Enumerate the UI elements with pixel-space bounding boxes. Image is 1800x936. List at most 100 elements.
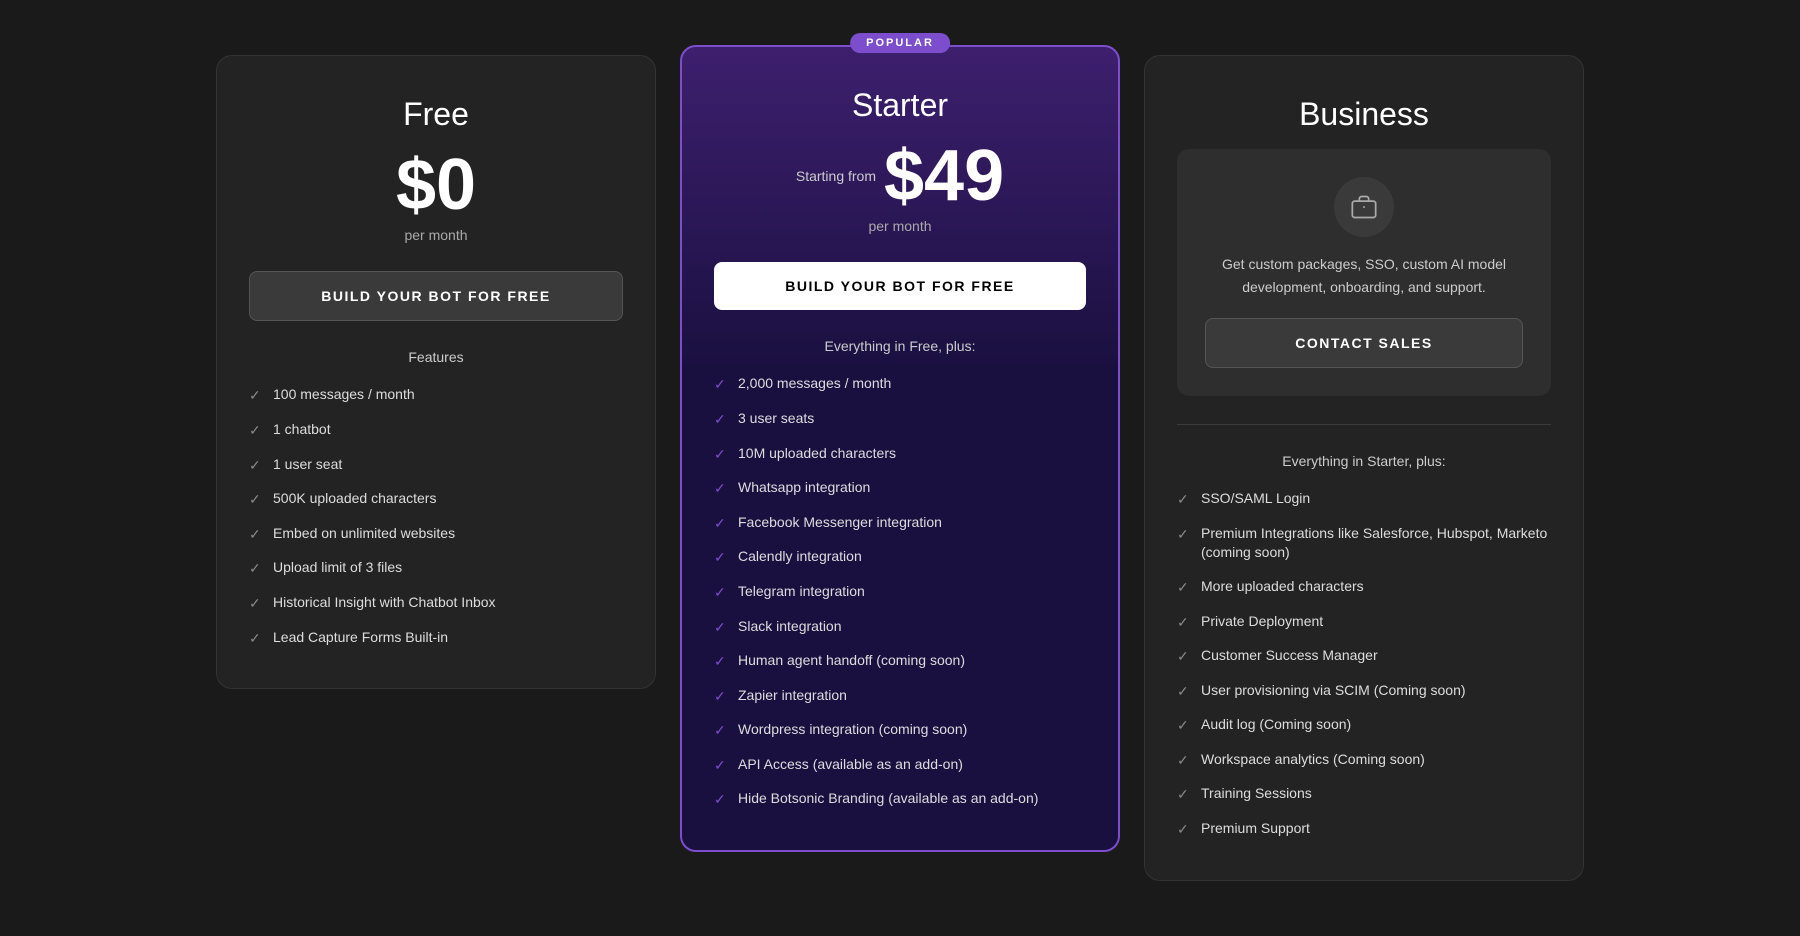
feature-text: Customer Success Manager	[1201, 646, 1378, 666]
feature-text: Premium Support	[1201, 819, 1310, 839]
list-item: ✓ Embed on unlimited websites	[249, 524, 623, 545]
check-icon: ✓	[1177, 682, 1191, 702]
list-item: ✓ 100 messages / month	[249, 385, 623, 406]
list-item: ✓ Premium Support	[1177, 819, 1551, 840]
feature-text: Calendly integration	[738, 547, 862, 567]
feature-text: Human agent handoff (coming soon)	[738, 651, 965, 671]
list-item: ✓ More uploaded characters	[1177, 577, 1551, 598]
list-item: ✓ Slack integration	[714, 617, 1086, 638]
list-item: ✓ Hide Botsonic Branding (available as a…	[714, 789, 1086, 810]
check-icon: ✓	[714, 445, 728, 465]
business-plan-card: Business Get custom packages, SSO, custo…	[1144, 55, 1584, 880]
list-item: ✓ Customer Success Manager	[1177, 646, 1551, 667]
check-icon: ✓	[714, 618, 728, 638]
feature-text: 3 user seats	[738, 409, 814, 429]
check-icon: ✓	[1177, 490, 1191, 510]
list-item: ✓ Audit log (Coming soon)	[1177, 715, 1551, 736]
list-item: ✓ Facebook Messenger integration	[714, 513, 1086, 534]
list-item: ✓ 1 chatbot	[249, 420, 623, 441]
check-icon: ✓	[1177, 751, 1191, 771]
check-icon: ✓	[1177, 820, 1191, 840]
free-features-list: ✓ 100 messages / month ✓ 1 chatbot ✓ 1 u…	[249, 385, 623, 648]
free-price-period: per month	[249, 227, 623, 243]
list-item: ✓ Upload limit of 3 files	[249, 558, 623, 579]
popular-badge: POPULAR	[850, 33, 950, 53]
feature-text: Embed on unlimited websites	[273, 524, 455, 544]
list-item: ✓ Historical Insight with Chatbot Inbox	[249, 593, 623, 614]
list-item: ✓ Workspace analytics (Coming soon)	[1177, 750, 1551, 771]
check-icon: ✓	[1177, 716, 1191, 736]
feature-text: SSO/SAML Login	[1201, 489, 1310, 509]
list-item: ✓ Wordpress integration (coming soon)	[714, 720, 1086, 741]
feature-text: 1 chatbot	[273, 420, 331, 440]
business-description: Get custom packages, SSO, custom AI mode…	[1205, 253, 1523, 298]
starter-plan-card: POPULAR Starter Starting from $49 per mo…	[680, 45, 1120, 852]
business-features-label: Everything in Starter, plus:	[1177, 453, 1551, 469]
feature-text: Facebook Messenger integration	[738, 513, 942, 533]
check-icon: ✓	[714, 790, 728, 810]
feature-text: Audit log (Coming soon)	[1201, 715, 1351, 735]
feature-text: Premium Integrations like Salesforce, Hu…	[1201, 524, 1551, 563]
starter-features-label: Everything in Free, plus:	[714, 338, 1086, 354]
list-item: ✓ API Access (available as an add-on)	[714, 755, 1086, 776]
free-cta-button[interactable]: BUILD YOUR BOT FOR FREE	[249, 271, 623, 321]
list-item: ✓ SSO/SAML Login	[1177, 489, 1551, 510]
check-icon: ✓	[249, 456, 263, 476]
check-icon: ✓	[714, 721, 728, 741]
feature-text: API Access (available as an add-on)	[738, 755, 963, 775]
check-icon: ✓	[714, 687, 728, 707]
check-icon: ✓	[249, 525, 263, 545]
starter-plan-price-block: Starting from $49	[714, 140, 1086, 212]
feature-text: Private Deployment	[1201, 612, 1323, 632]
check-icon: ✓	[249, 386, 263, 406]
list-item: ✓ 3 user seats	[714, 409, 1086, 430]
business-inner-box: Get custom packages, SSO, custom AI mode…	[1177, 149, 1551, 396]
check-icon: ✓	[1177, 525, 1191, 545]
list-item: ✓ Telegram integration	[714, 582, 1086, 603]
free-plan-card: Free $0 per month BUILD YOUR BOT FOR FRE…	[216, 55, 656, 689]
list-item: ✓ 500K uploaded characters	[249, 489, 623, 510]
business-plan-title: Business	[1177, 96, 1551, 133]
list-item: ✓ Premium Integrations like Salesforce, …	[1177, 524, 1551, 563]
feature-text: Upload limit of 3 files	[273, 558, 402, 578]
feature-text: Historical Insight with Chatbot Inbox	[273, 593, 496, 613]
check-icon: ✓	[1177, 647, 1191, 667]
feature-text: 500K uploaded characters	[273, 489, 436, 509]
check-icon: ✓	[249, 594, 263, 614]
starter-features-list: ✓ 2,000 messages / month ✓ 3 user seats …	[714, 374, 1086, 810]
list-item: ✓ Lead Capture Forms Built-in	[249, 628, 623, 649]
list-item: ✓ 10M uploaded characters	[714, 444, 1086, 465]
business-features-list: ✓ SSO/SAML Login ✓ Premium Integrations …	[1177, 489, 1551, 840]
feature-text: 100 messages / month	[273, 385, 415, 405]
check-icon: ✓	[249, 629, 263, 649]
check-icon: ✓	[714, 756, 728, 776]
list-item: ✓ Calendly integration	[714, 547, 1086, 568]
pricing-container: Free $0 per month BUILD YOUR BOT FOR FRE…	[200, 55, 1600, 880]
feature-text: Hide Botsonic Branding (available as an …	[738, 789, 1038, 809]
list-item: ✓ 1 user seat	[249, 455, 623, 476]
list-item: ✓ Human agent handoff (coming soon)	[714, 651, 1086, 672]
list-item: ✓ Whatsapp integration	[714, 478, 1086, 499]
feature-text: Workspace analytics (Coming soon)	[1201, 750, 1425, 770]
feature-text: Slack integration	[738, 617, 842, 637]
feature-text: More uploaded characters	[1201, 577, 1364, 597]
starter-plan-title: Starter	[714, 87, 1086, 124]
check-icon: ✓	[1177, 785, 1191, 805]
starter-cta-button[interactable]: BUILD YOUR BOT FOR FREE	[714, 262, 1086, 310]
feature-text: Wordpress integration (coming soon)	[738, 720, 967, 740]
check-icon: ✓	[714, 375, 728, 395]
check-icon: ✓	[714, 652, 728, 672]
feature-text: Zapier integration	[738, 686, 847, 706]
feature-text: Whatsapp integration	[738, 478, 870, 498]
briefcase-icon	[1334, 177, 1394, 237]
list-item: ✓ User provisioning via SCIM (Coming soo…	[1177, 681, 1551, 702]
feature-text: 10M uploaded characters	[738, 444, 896, 464]
free-plan-price-block: $0	[249, 149, 623, 221]
check-icon: ✓	[249, 559, 263, 579]
check-icon: ✓	[1177, 578, 1191, 598]
check-icon: ✓	[714, 410, 728, 430]
divider	[1177, 424, 1551, 425]
free-plan-title: Free	[249, 96, 623, 133]
contact-sales-button[interactable]: CONTACT SALES	[1205, 318, 1523, 368]
free-price-amount: $0	[396, 149, 476, 221]
